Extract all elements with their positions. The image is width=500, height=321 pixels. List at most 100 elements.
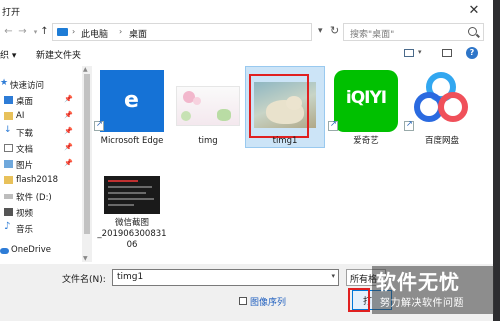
sidebar-item-label: 文档 xyxy=(16,145,34,155)
command-toolbar: 织 ▾ 新建文件夹 ▾ ? xyxy=(0,44,493,64)
filename-value: timg1 xyxy=(117,272,144,282)
sidebar-item-downloads[interactable]: ↓ 下载 📌 xyxy=(0,125,80,139)
chevron-down-icon[interactable]: ▾ xyxy=(331,272,335,280)
sidebar-item-ai[interactable]: AI 📌 xyxy=(0,109,80,123)
sidebar-item-documents[interactable]: 文档 📌 xyxy=(0,141,80,155)
refresh-icon[interactable]: ↻ xyxy=(330,24,339,37)
bar-shape xyxy=(108,180,138,182)
shortcut-arrow-icon xyxy=(328,119,338,131)
highlight-box xyxy=(249,74,309,138)
file-name: Microsoft Edge xyxy=(100,136,164,146)
file-name: 百度网盘 xyxy=(424,136,459,146)
window-title: 打开 xyxy=(2,8,21,18)
file-item-timg[interactable]: timg xyxy=(170,68,246,150)
desktop-icon xyxy=(4,96,13,104)
shortcut-arrow-icon xyxy=(404,119,414,131)
bar-shape xyxy=(108,204,134,206)
pin-icon[interactable]: 📌 xyxy=(64,127,73,135)
pin-icon[interactable]: 📌 xyxy=(64,143,73,151)
folder-icon xyxy=(4,176,13,184)
edge-icon: e xyxy=(100,70,164,132)
view-options-icon[interactable] xyxy=(404,49,414,57)
music-icon: ♪ xyxy=(4,221,11,232)
image-thumbnail xyxy=(176,86,240,126)
pin-icon[interactable]: 📌 xyxy=(64,95,73,103)
sidebar-item-flash2018[interactable]: flash2018 xyxy=(0,173,80,187)
search-placeholder: 搜索"桌面" xyxy=(350,30,395,40)
sidebar-item-label: 音乐 xyxy=(16,225,34,235)
shortcut-arrow-icon xyxy=(94,119,104,131)
image-sequence-checkbox[interactable] xyxy=(239,297,247,305)
sidebar-item-label: 快速访问 xyxy=(10,81,45,91)
organize-menu[interactable]: 织 ▾ xyxy=(0,48,16,61)
sidebar-item-label: flash2018 xyxy=(16,175,59,185)
computer-icon xyxy=(57,28,68,36)
up-arrow-icon[interactable]: ↑ xyxy=(38,25,51,39)
address-dropdown-icon[interactable]: ▾ xyxy=(318,26,323,36)
bar-shape xyxy=(108,198,154,200)
chevron-down-icon[interactable]: ▾ xyxy=(418,48,422,56)
sidebar-item-quick-access[interactable]: ★ 快速访问 xyxy=(0,77,80,91)
preview-pane-icon[interactable] xyxy=(442,49,452,57)
pin-icon[interactable]: 📌 xyxy=(64,159,73,167)
filename-input[interactable]: timg1 ▾ xyxy=(112,269,339,286)
file-list: e Microsoft Edge timg timg1 xyxy=(94,66,493,262)
star-icon: ★ xyxy=(0,78,9,88)
breadcrumb-desktop[interactable]: 桌面 xyxy=(129,27,147,40)
navigation-pane: ★ 快速访问 桌面 📌 AI 📌 ↓ 下载 📌 文档 📌 图片 📌 flash2… xyxy=(0,66,80,262)
scrollbar-thumb[interactable] xyxy=(84,74,90,234)
file-name: 爱奇艺 xyxy=(353,136,379,146)
help-icon[interactable]: ? xyxy=(466,47,478,59)
forward-arrow-icon[interactable]: → xyxy=(16,25,29,39)
new-folder-button[interactable]: 新建文件夹 xyxy=(36,48,81,61)
chevron-right-icon[interactable]: › xyxy=(119,27,122,36)
back-arrow-icon[interactable]: ← xyxy=(2,25,15,39)
baidu-netdisk-icon xyxy=(410,70,474,132)
sidebar-scrollbar[interactable]: ▲ ▼ xyxy=(82,66,92,262)
sidebar-item-drive-d[interactable]: 软件 (D:) xyxy=(0,189,80,203)
iqiyi-icon: iQIYI xyxy=(334,70,398,132)
file-name: timg1 xyxy=(272,136,298,146)
pin-icon[interactable]: 📌 xyxy=(64,111,73,119)
sidebar-item-label: 视频 xyxy=(16,209,34,219)
search-input[interactable]: 搜索"桌面" xyxy=(343,23,484,41)
leaf-shape xyxy=(181,111,191,121)
sidebar-item-music[interactable]: ♪ 音乐 xyxy=(0,221,80,235)
document-icon xyxy=(4,144,13,152)
file-item-iqiyi[interactable]: iQIYI 爱奇艺 xyxy=(328,68,404,150)
address-bar[interactable]: › 此电脑 › 桌面 xyxy=(52,23,312,41)
watermark-title: 软件无忧 xyxy=(376,270,460,294)
file-name-line: _201906300831 xyxy=(97,229,167,239)
scroll-up-icon[interactable]: ▲ xyxy=(83,66,88,73)
picture-icon xyxy=(4,160,13,168)
leaf-shape xyxy=(217,109,231,121)
file-item-microsoft-edge[interactable]: e Microsoft Edge xyxy=(94,68,170,150)
flower-shape xyxy=(193,97,201,105)
sidebar-item-label: 桌面 xyxy=(16,97,34,107)
title-bar: 打开 ✕ xyxy=(0,0,493,22)
download-icon: ↓ xyxy=(4,125,12,135)
file-item-wechat-screenshot[interactable]: 微信截图 _201906300831 06 xyxy=(94,170,170,260)
sidebar-item-label: 图片 xyxy=(16,161,34,171)
sidebar-item-pictures[interactable]: 图片 📌 xyxy=(0,157,80,171)
navigation-bar: ← → ▾ ↑ › 此电脑 › 桌面 ▾ ↻ 搜索"桌面" xyxy=(0,22,493,42)
folder-icon xyxy=(4,112,13,120)
sidebar-item-videos[interactable]: 视频 xyxy=(0,205,80,219)
file-name: 微信截图 _201906300831 06 xyxy=(94,218,170,251)
file-name-line: 06 xyxy=(126,240,138,250)
sidebar-item-onedrive[interactable]: OneDrive xyxy=(0,243,80,257)
scroll-down-icon[interactable]: ▼ xyxy=(83,255,88,262)
background-window-edge xyxy=(493,0,500,321)
file-item-baidu-netdisk[interactable]: 百度网盘 xyxy=(404,68,480,150)
ring-shape xyxy=(438,92,468,122)
watermark-subtitle: 努力解决软件问题 xyxy=(380,298,464,309)
chevron-right-icon[interactable]: › xyxy=(72,27,75,36)
close-icon[interactable]: ✕ xyxy=(462,2,486,20)
filename-label: 文件名(N): xyxy=(62,275,106,285)
file-name: timg xyxy=(198,136,218,146)
breadcrumb-this-pc[interactable]: 此电脑 xyxy=(81,27,108,40)
watermark: 软件无忧 努力解决软件问题 xyxy=(372,266,494,314)
sidebar-item-label: 下载 xyxy=(16,129,34,139)
file-item-timg1[interactable]: timg1 xyxy=(247,68,323,150)
sidebar-item-desktop[interactable]: 桌面 📌 xyxy=(0,93,80,107)
